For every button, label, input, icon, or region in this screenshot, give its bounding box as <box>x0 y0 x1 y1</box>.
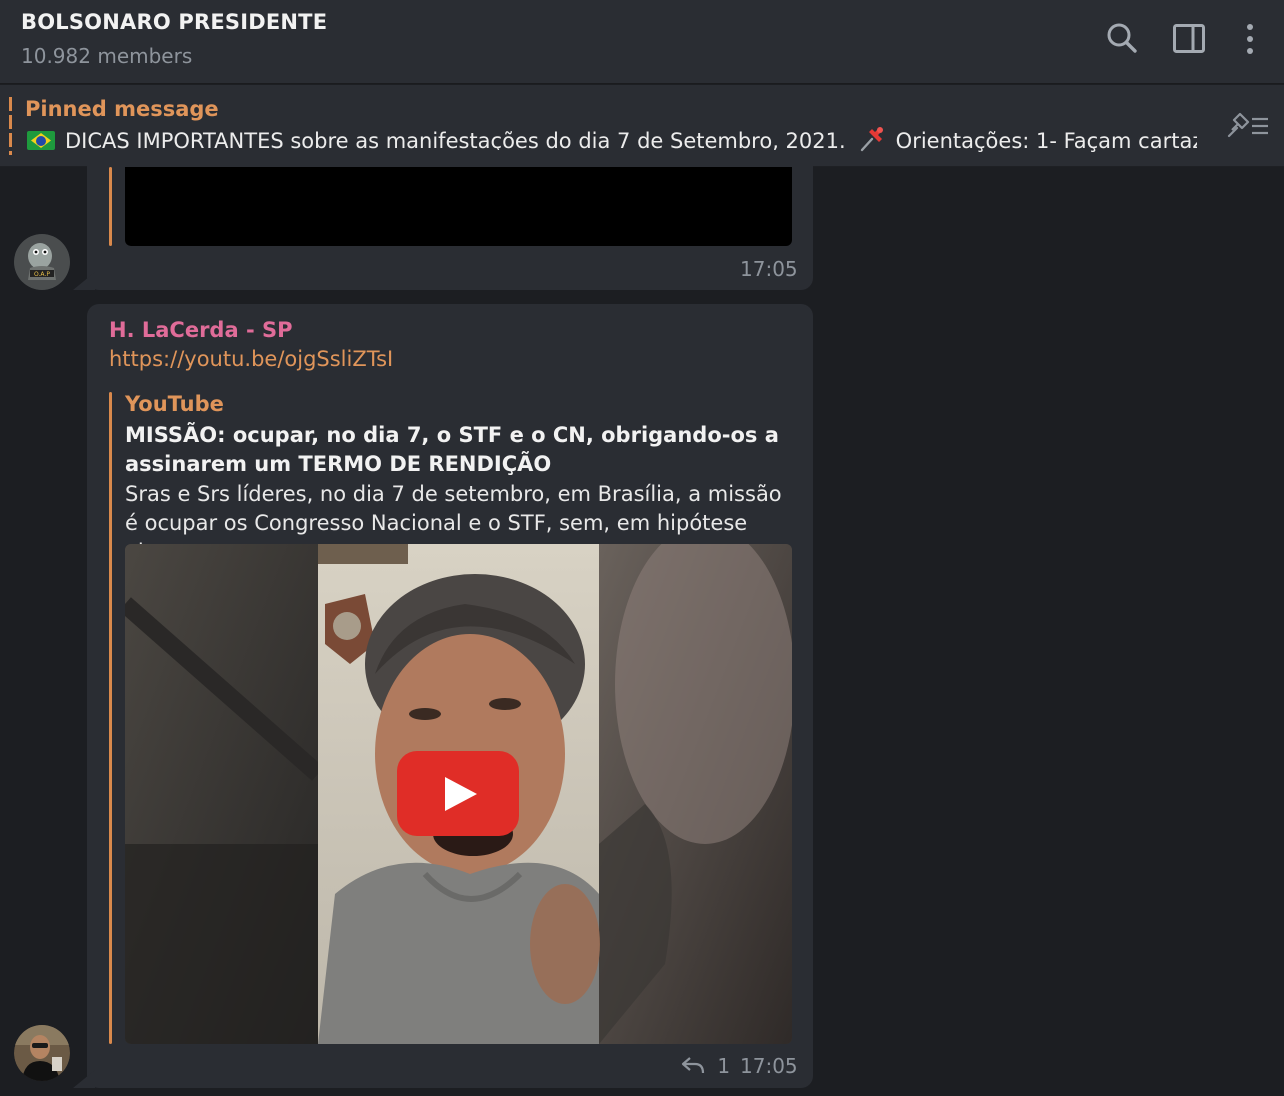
preview-accent-bar <box>109 392 112 1044</box>
pinned-text-part2: Orientações: 1- Façam cartaze... <box>895 129 1197 153</box>
chat-header: BOLSONARO PRESIDENTE 10.982 members <box>0 0 1284 84</box>
bubble-tail <box>73 272 95 290</box>
preview-accent-bar <box>109 167 112 246</box>
reply-icon <box>681 1055 705 1075</box>
svg-text:O.A.P: O.A.P <box>34 271 50 278</box>
message-time: 17:05 <box>740 257 798 281</box>
pinned-text: DICAS IMPORTANTES sobre as manifestações… <box>27 126 1197 153</box>
sidebar-toggle-icon[interactable] <box>1171 20 1207 56</box>
pinned-list-icon[interactable] <box>1226 110 1270 142</box>
avatar[interactable] <box>14 1025 70 1081</box>
pushpin-icon <box>858 126 888 152</box>
video-thumbnail[interactable] <box>125 544 792 1044</box>
reply-count: 1 <box>717 1054 731 1078</box>
brazil-flag-icon <box>27 131 55 150</box>
message-time: 17:05 <box>740 1054 798 1078</box>
reply-counter[interactable]: 1 <box>681 1054 730 1078</box>
sender-name[interactable]: H. LaCerda - SP <box>109 318 292 342</box>
pinned-indicator <box>9 97 12 155</box>
search-icon[interactable] <box>1104 20 1140 56</box>
chat-title[interactable]: BOLSONARO PRESIDENTE <box>21 10 327 34</box>
more-vertical-icon[interactable] <box>1232 20 1268 56</box>
avatar[interactable]: O.A.P <box>14 234 70 290</box>
youtube-play-icon[interactable] <box>397 751 519 836</box>
message-link[interactable]: https://youtu.be/ojgSsliZTsI <box>109 347 393 371</box>
link-preview-site: YouTube <box>125 392 224 416</box>
media-preview[interactable] <box>125 167 792 246</box>
member-count: 10.982 members <box>21 44 193 68</box>
link-preview-title: MISSÃO: ocupar, no dia 7, o STF e o CN, … <box>125 423 779 476</box>
pinned-label: Pinned message <box>25 97 219 121</box>
